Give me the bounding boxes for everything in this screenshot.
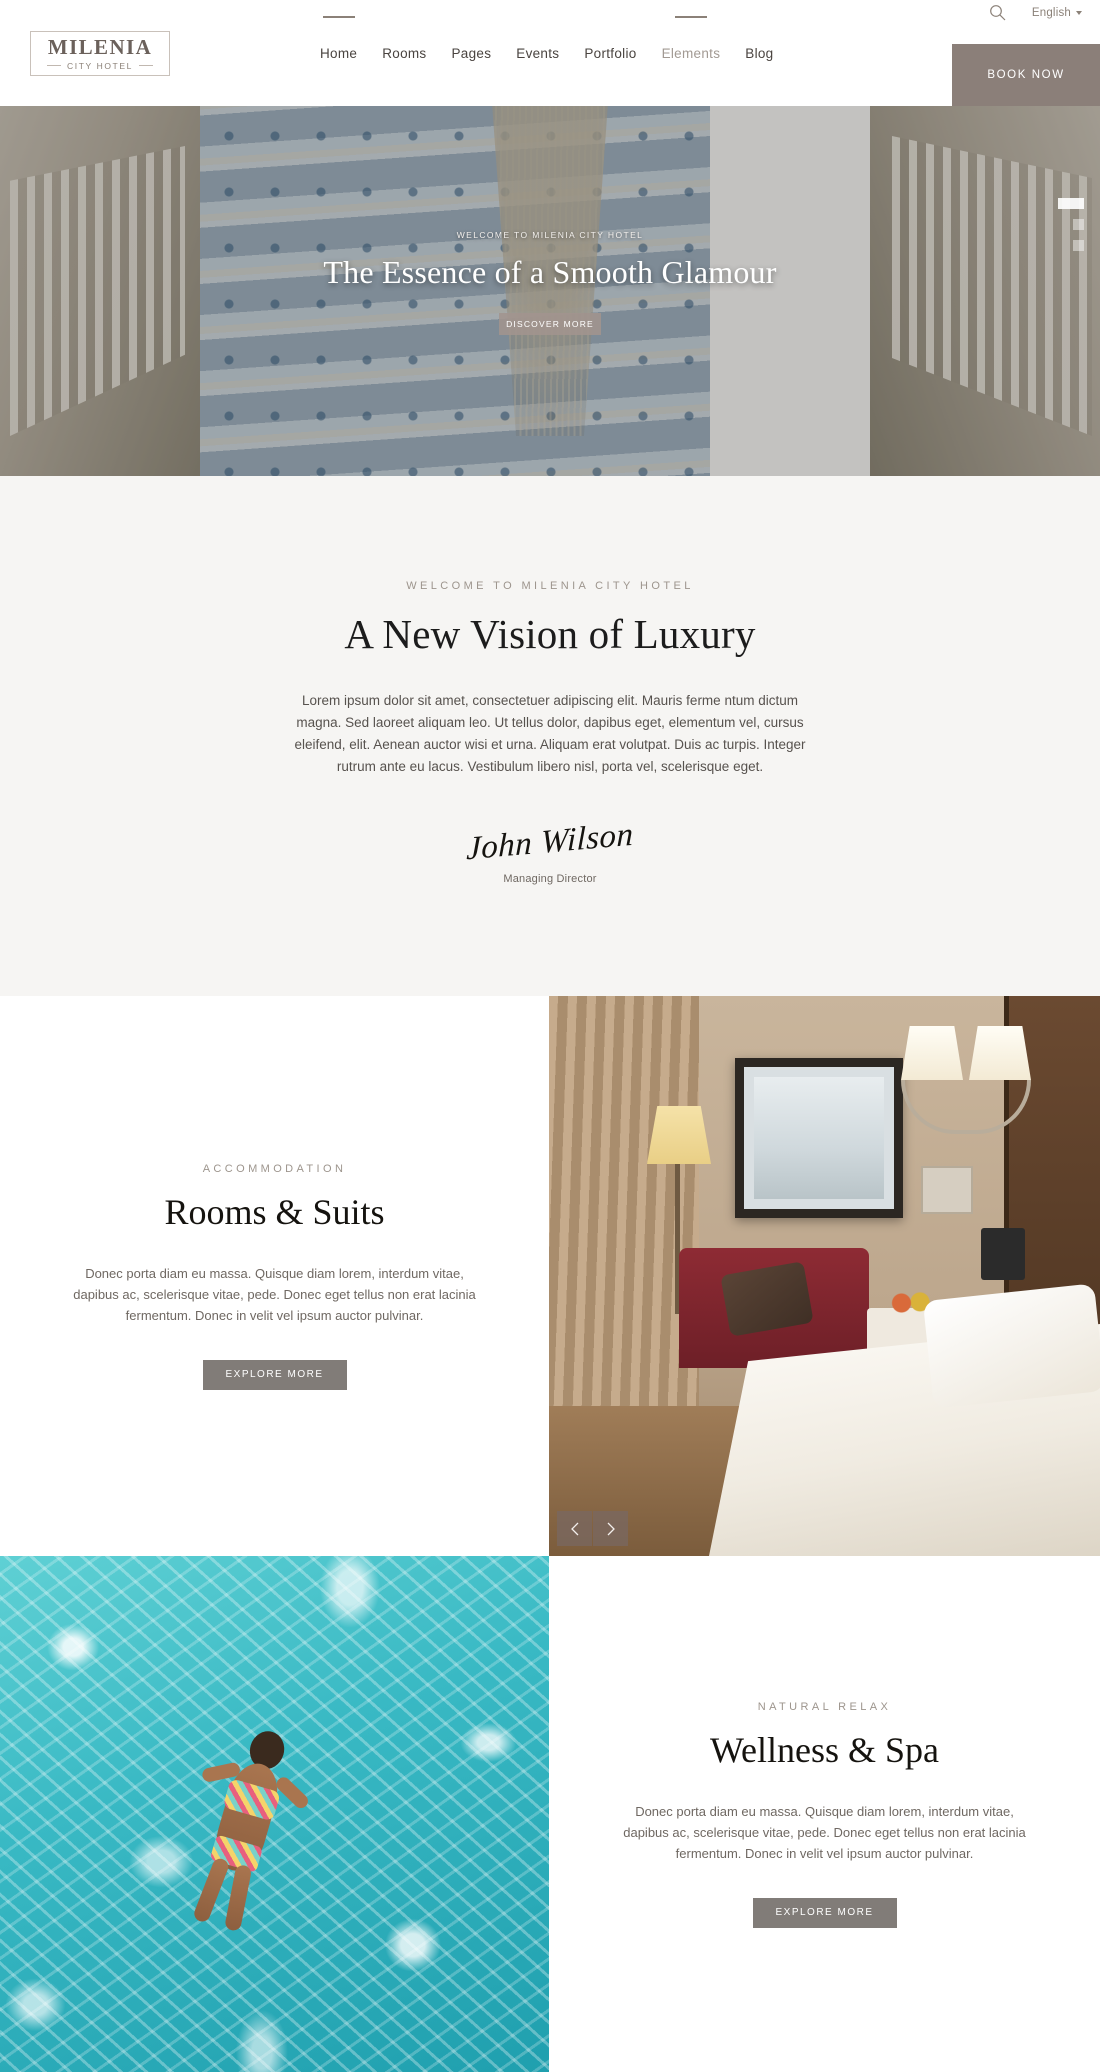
nav-item-home[interactable]: Home <box>320 42 357 61</box>
signature: John Wilson <box>466 816 634 868</box>
floor-lamp-icon <box>647 1106 711 1164</box>
wellness-title: Wellness & Spa <box>709 1729 940 1770</box>
logo-name: MILENIA <box>47 34 153 59</box>
welcome-body: Lorem ipsum dolor sit amet, consectetuer… <box>294 693 806 774</box>
welcome-title: A New Vision of Luxury <box>344 611 756 657</box>
hero-eyebrow: WELCOME TO MILENIA CITY HOTEL <box>456 229 644 240</box>
chevron-right-icon[interactable] <box>593 1511 628 1546</box>
rooms-body: Donec porta diam eu massa. Quisque diam … <box>73 1265 476 1323</box>
rooms-eyebrow: ACCOMMODATION <box>202 1162 347 1175</box>
rooms-section: ACCOMMODATION Rooms & Suits Donec porta … <box>0 996 1100 1556</box>
signature-block: John Wilson Managing Director <box>466 817 634 885</box>
discover-more-button[interactable]: DISCOVER MORE <box>499 312 601 335</box>
wellness-body: Donec porta diam eu massa. Quisque diam … <box>623 1803 1026 1861</box>
rooms-explore-more-button[interactable]: EXPLORE MORE <box>202 1359 347 1390</box>
pool-photo <box>0 1556 549 2072</box>
wellness-eyebrow: NATURAL RELAX <box>757 1700 892 1713</box>
hero-content: WELCOME TO MILENIA CITY HOTEL The Essenc… <box>0 106 1100 476</box>
welcome-section: WELCOME TO MILENIA CITY HOTEL A New Visi… <box>0 476 1100 996</box>
framed-artwork-decor <box>735 1058 903 1218</box>
language-label: English <box>1031 6 1071 19</box>
rooms-title: Rooms & Suits <box>164 1191 385 1232</box>
book-now-button[interactable]: BOOK NOW <box>952 44 1100 106</box>
room-photo <box>549 996 1100 1556</box>
room-slider-arrows <box>557 1511 628 1546</box>
language-selector[interactable]: English <box>1032 7 1082 19</box>
nav-item-rooms[interactable]: Rooms <box>382 42 426 61</box>
wellness-text-column: NATURAL RELAX Wellness & Spa Donec porta… <box>549 1556 1100 2072</box>
logo[interactable]: MILENIA CITY HOTEL <box>30 31 170 76</box>
signature-role: Managing Director <box>503 873 597 885</box>
chevron-down-icon <box>1076 10 1082 15</box>
welcome-eyebrow: WELCOME TO MILENIA CITY HOTEL <box>406 580 694 592</box>
search-icon[interactable] <box>989 4 1006 21</box>
chevron-left-icon[interactable] <box>557 1511 592 1546</box>
hero-slide-dot-2[interactable] <box>1073 219 1084 230</box>
nav-item-elements[interactable]: Elements <box>662 42 721 61</box>
hero-slider-pagination <box>1058 198 1084 251</box>
hero-slider: WELCOME TO MILENIA CITY HOTEL The Essenc… <box>0 106 1100 476</box>
nav-item-blog[interactable]: Blog <box>745 42 773 61</box>
rooms-text-column: ACCOMMODATION Rooms & Suits Donec porta … <box>0 996 549 1556</box>
wellness-section: NATURAL RELAX Wellness & Spa Donec porta… <box>0 1556 1100 2072</box>
topbar: English <box>0 0 1100 25</box>
nav-item-events[interactable]: Events <box>516 42 559 61</box>
nav-item-portfolio[interactable]: Portfolio <box>584 42 636 61</box>
page-root: English MILENIA CITY HOTEL Home Rooms Pa… <box>0 0 1100 2072</box>
nav-item-pages[interactable]: Pages <box>451 42 491 61</box>
hero-title: The Essence of a Smooth Glamour <box>323 253 777 290</box>
hero-slide-dot-3[interactable] <box>1073 240 1084 251</box>
wellness-explore-more-button[interactable]: EXPLORE MORE <box>752 1897 897 1928</box>
hero-slide-dot-1[interactable] <box>1058 198 1084 209</box>
main-nav: Home Rooms Pages Events Portfolio Elemen… <box>320 42 774 61</box>
logo-subtitle: CITY HOTEL <box>47 61 153 71</box>
